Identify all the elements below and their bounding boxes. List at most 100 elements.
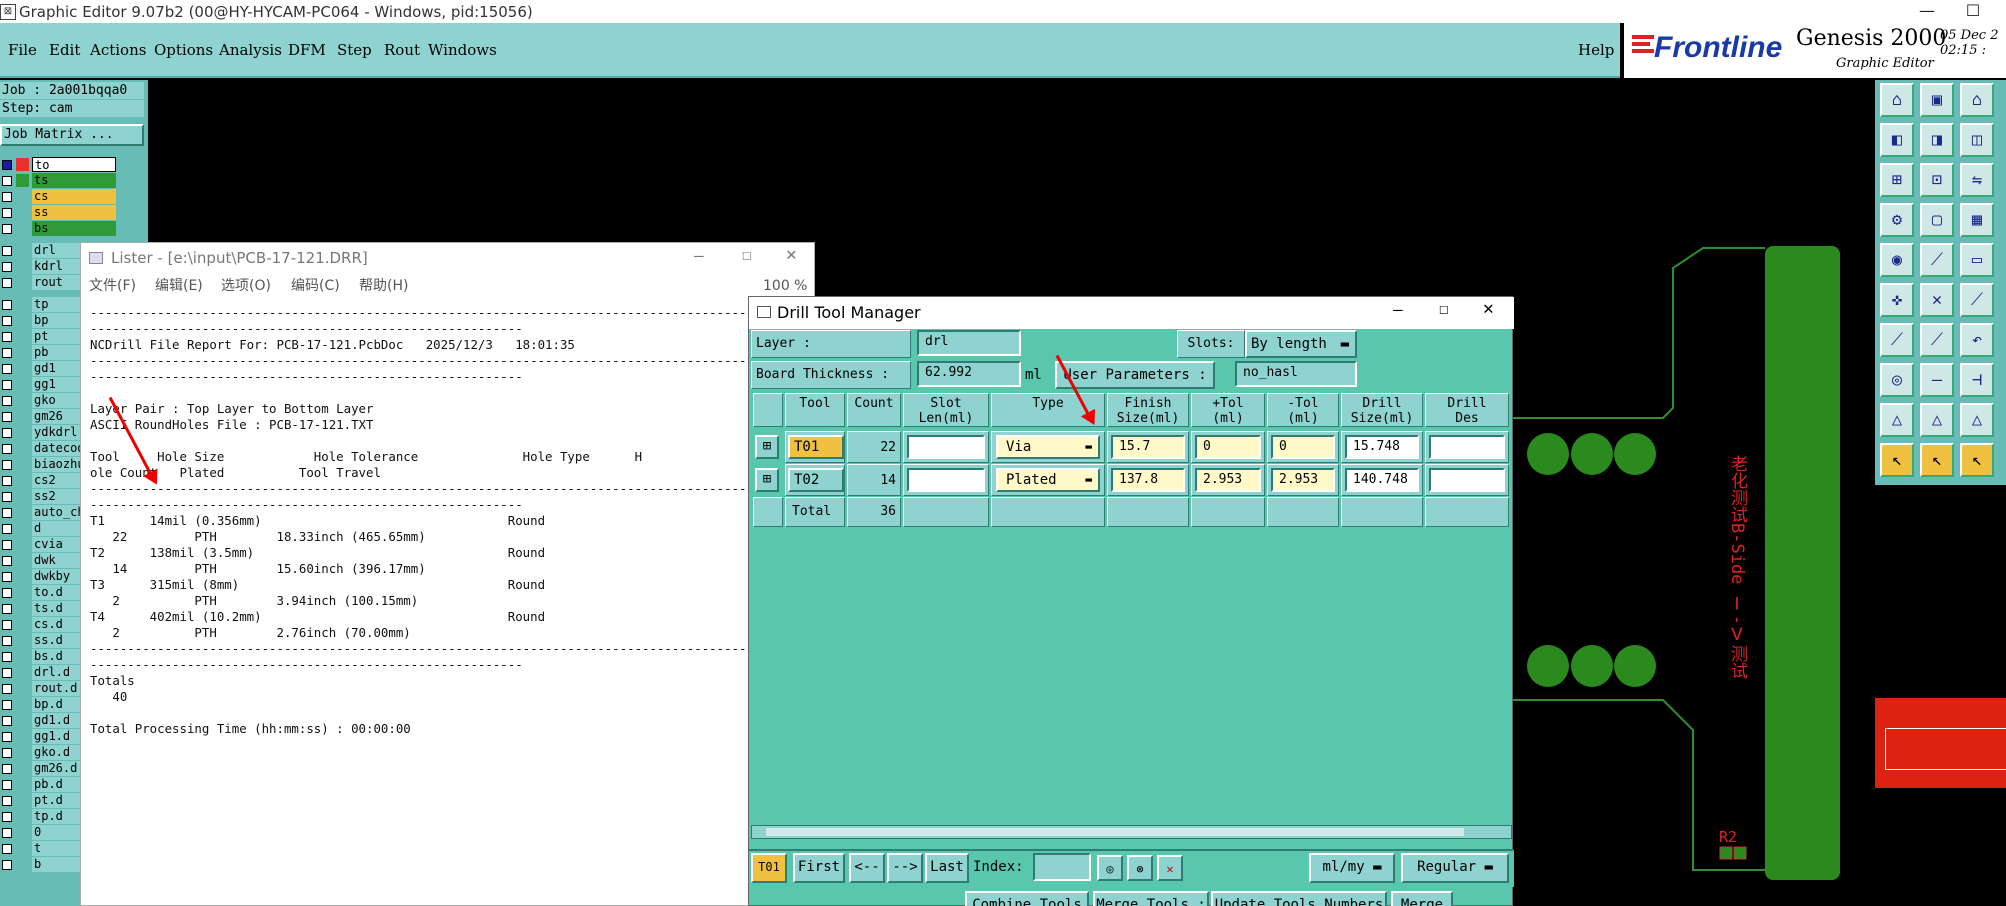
layer-checkbox[interactable]	[2, 620, 12, 630]
field-mtol[interactable]: 2.953	[1271, 468, 1335, 492]
job-matrix-button[interactable]: Job Matrix ...	[0, 124, 144, 146]
layer-checkbox[interactable]	[2, 160, 12, 170]
layer-checkbox[interactable]	[2, 668, 12, 678]
field-des[interactable]	[1429, 435, 1505, 459]
layer-field[interactable]: drl	[917, 330, 1021, 356]
panel-left-icon[interactable]: ◧	[1880, 123, 1914, 157]
layer-checkbox[interactable]	[2, 524, 12, 534]
layer-checkbox[interactable]	[2, 444, 12, 454]
menu-edit[interactable]: Edit	[49, 41, 80, 59]
tool-type-dropdown[interactable]: Via ▬	[996, 435, 1100, 459]
layer-checkbox[interactable]	[2, 492, 12, 502]
field-slot[interactable]	[907, 468, 985, 492]
menu-windows[interactable]: Windows	[428, 41, 497, 59]
cross-icon[interactable]: ✕	[1920, 283, 1954, 317]
slash-icon[interactable]: ⟋	[1880, 323, 1914, 357]
menu-actions[interactable]: Actions	[90, 41, 146, 59]
field-drill[interactable]: 140.748	[1345, 468, 1419, 492]
mode-dropdown[interactable]: Regular ▬	[1401, 853, 1509, 883]
layer-checkbox[interactable]	[2, 316, 12, 326]
expand-row-icon[interactable]: ⊞	[755, 435, 779, 459]
triangle-icon[interactable]: △	[1880, 403, 1914, 437]
merge-tools-button[interactable]: Merge Tools :	[1093, 891, 1209, 906]
layer-checkbox[interactable]	[2, 860, 12, 870]
layer-checkbox[interactable]	[2, 604, 12, 614]
layer-checkbox[interactable]	[2, 380, 12, 390]
layer-row[interactable]: bs	[0, 221, 116, 236]
delete-icon[interactable]: ✕	[1157, 855, 1183, 881]
select-icon[interactable]: ↖	[1920, 443, 1954, 477]
field-ptol[interactable]: 2.953	[1195, 468, 1261, 492]
tool-type-dropdown[interactable]: Plated ▬	[996, 468, 1100, 492]
combine-tools-button[interactable]: Combine Tools	[965, 891, 1089, 906]
update-tools-numbers-dropdown[interactable]: Update Tools Numbers	[1211, 891, 1387, 906]
layer-checkbox[interactable]	[2, 412, 12, 422]
layer-checkbox[interactable]	[2, 652, 12, 662]
menu-file[interactable]: File	[8, 41, 37, 59]
field-finish[interactable]: 137.8	[1111, 468, 1185, 492]
layer-checkbox[interactable]	[2, 556, 12, 566]
layer-checkbox[interactable]	[2, 460, 12, 470]
dtm-close-button[interactable]: ✕	[1483, 298, 1494, 319]
house-icon[interactable]: ⌂	[1960, 83, 1994, 117]
menu-options[interactable]: Options	[154, 41, 213, 59]
field-drill[interactable]: 15.748	[1345, 435, 1419, 459]
minimize-button[interactable]: —	[1904, 0, 1950, 23]
horizontal-scrollbar[interactable]	[751, 825, 1512, 839]
layer-checkbox[interactable]	[2, 572, 12, 582]
refresh-icon[interactable]: ⊗	[1127, 855, 1153, 881]
user-params-button[interactable]: User Parameters :	[1055, 361, 1215, 389]
fit-icon[interactable]: ⊞	[1880, 163, 1914, 197]
settings-icon[interactable]: ⚙	[1880, 203, 1914, 237]
split-icon[interactable]: ◫	[1960, 123, 1994, 157]
menu-rout[interactable]: Rout	[384, 41, 420, 59]
layer-checkbox[interactable]	[2, 364, 12, 374]
lister-menu-encoding[interactable]: 编码(C)	[291, 273, 340, 299]
move-icon[interactable]: ✜	[1880, 283, 1914, 317]
layer-checkbox[interactable]	[2, 348, 12, 358]
layer-checkbox[interactable]	[2, 828, 12, 838]
lister-maximize-button[interactable]: ☐	[742, 245, 752, 264]
select-icon[interactable]: ↖	[1880, 443, 1914, 477]
blank-icon[interactable]: ▢	[1920, 203, 1954, 237]
layer-checkbox[interactable]	[2, 732, 12, 742]
layer-checkbox[interactable]	[2, 300, 12, 310]
measure-icon[interactable]: ⊣	[1960, 363, 1994, 397]
layer-row[interactable]: ts	[0, 173, 116, 188]
first-button[interactable]: First	[793, 853, 845, 883]
layer-checkbox[interactable]	[2, 588, 12, 598]
merge-button[interactable]: Merge	[1391, 891, 1453, 906]
arrow-line-icon[interactable]: ⟋	[1920, 323, 1954, 357]
tool-id[interactable]: T02	[788, 468, 844, 492]
thickness-field[interactable]: 62.992	[917, 361, 1021, 387]
slots-dropdown[interactable]: By length ▬	[1245, 330, 1357, 358]
menu-analysis[interactable]: Analysis	[219, 41, 282, 59]
lister-menu-help[interactable]: 帮助(H)	[359, 273, 408, 299]
line-icon[interactable]: ⟋	[1920, 243, 1954, 277]
pcb-canvas[interactable]: R2	[1513, 240, 1875, 906]
layer-checkbox[interactable]	[2, 780, 12, 790]
layer-checkbox[interactable]	[2, 796, 12, 806]
grid-icon[interactable]: ▦	[1960, 203, 1994, 237]
layer-checkbox[interactable]	[2, 278, 12, 288]
layer-checkbox[interactable]	[2, 636, 12, 646]
layer-checkbox[interactable]	[2, 396, 12, 406]
edit-icon[interactable]: ⟋	[1960, 283, 1994, 317]
menu-dfm[interactable]: DFM	[288, 41, 326, 59]
layer-checkbox[interactable]	[2, 476, 12, 486]
triangle-icon[interactable]: △	[1960, 403, 1994, 437]
layer-checkbox[interactable]	[2, 208, 12, 218]
layer-checkbox[interactable]	[2, 332, 12, 342]
layer-checkbox[interactable]	[2, 748, 12, 758]
layer-checkbox[interactable]	[2, 700, 12, 710]
index-field[interactable]	[1033, 853, 1091, 881]
layer-checkbox[interactable]	[2, 246, 12, 256]
field-des[interactable]	[1429, 468, 1505, 492]
layer-checkbox[interactable]	[2, 764, 12, 774]
layer-checkbox[interactable]	[2, 684, 12, 694]
lister-minimize-button[interactable]: —	[694, 246, 704, 265]
lister-menu-options[interactable]: 选项(O)	[221, 273, 271, 299]
lister-close-button[interactable]: ✕	[786, 244, 797, 265]
undo-icon[interactable]: ↶	[1960, 323, 1994, 357]
prev-button[interactable]: <--	[849, 853, 885, 883]
